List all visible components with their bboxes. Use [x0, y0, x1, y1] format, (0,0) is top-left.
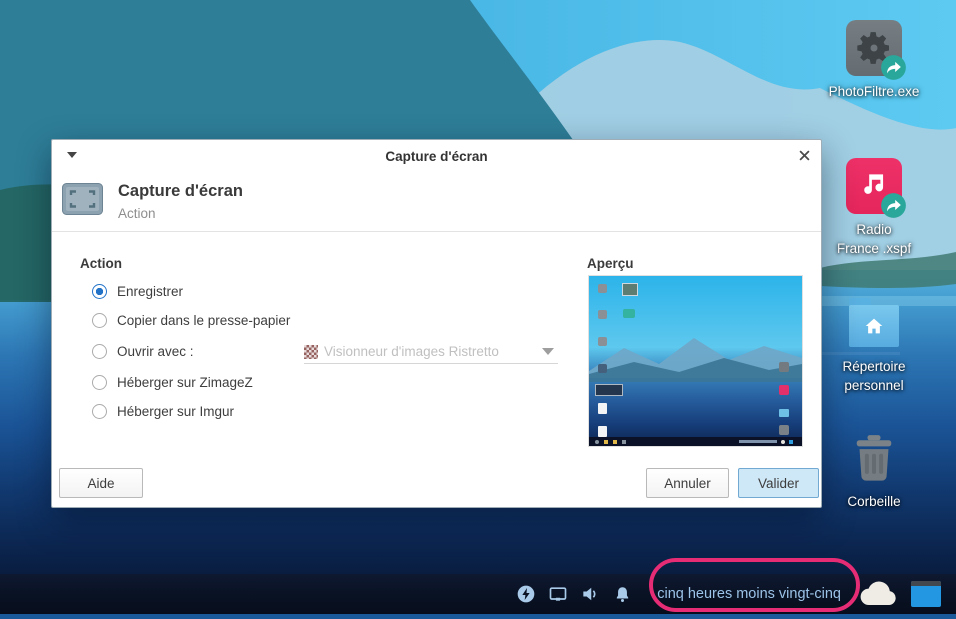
radio-enregistrer[interactable]: Enregistrer: [92, 281, 183, 301]
validate-button[interactable]: Valider: [738, 468, 819, 498]
trash-icon: [846, 430, 902, 486]
bell-icon: [613, 585, 632, 604]
taskbar: cinq heures moins vingt-cinq: [0, 574, 956, 614]
radio-button-selected-icon: [92, 284, 107, 299]
mini-icon: [598, 310, 607, 319]
radio-button-icon: [92, 375, 107, 390]
screenshot-frame-icon: [62, 183, 103, 220]
preview-thumbnail: [589, 276, 802, 446]
mini-icon: [595, 384, 623, 396]
display-icon: [548, 584, 568, 604]
desktop-icon-home[interactable]: Répertoire personnel: [816, 295, 932, 395]
weather-button[interactable]: [859, 583, 899, 605]
radio-heberger-zimagez[interactable]: Héberger sur ZimageZ: [92, 372, 253, 392]
notifications-button[interactable]: [611, 583, 633, 605]
gear-icon: [846, 20, 902, 76]
desktop-icon-radio-france[interactable]: Radio France .xspf: [836, 158, 912, 258]
fuzzy-clock[interactable]: cinq heures moins vingt-cinq: [657, 586, 841, 602]
desktop-icon-label: Radio France .xspf: [836, 220, 912, 258]
radio-label: Héberger sur ZimageZ: [117, 375, 253, 390]
desktop-icon-label: PhotoFiltre.exe: [816, 82, 932, 101]
cancel-button[interactable]: Annuler: [646, 468, 729, 498]
dialog-header-title: Capture d'écran: [118, 182, 243, 201]
radio-button-icon: [92, 313, 107, 328]
radio-label: Héberger sur Imgur: [117, 404, 234, 419]
help-button[interactable]: Aide: [59, 468, 143, 498]
ristretto-app-icon: [304, 345, 318, 359]
header-separator: [52, 231, 821, 232]
dropdown-value: Visionneur d'images Ristretto: [324, 344, 536, 359]
radio-ouvrir-avec[interactable]: Ouvrir avec :: [92, 341, 194, 361]
cloud-weather-icon: [859, 581, 899, 608]
display-settings-button[interactable]: [547, 583, 569, 605]
volume-button[interactable]: [579, 583, 601, 605]
mini-taskbar: [589, 437, 802, 446]
power-manager-button[interactable]: [515, 583, 537, 605]
mini-icon: [598, 426, 607, 437]
mini-icon: [598, 284, 607, 293]
mini-icon: [598, 337, 607, 346]
action-section-label: Action: [80, 256, 122, 271]
radio-heberger-imgur[interactable]: Héberger sur Imgur: [92, 401, 234, 421]
dialog-titlebar: Capture d'écran: [52, 140, 821, 170]
shortcut-arrow-icon: [880, 192, 907, 219]
screenshot-dialog: Capture d'écran Capture d'écran Action A…: [51, 139, 822, 508]
mini-icon: [779, 362, 789, 372]
preview-wallpaper: [589, 276, 802, 446]
volume-icon: [580, 584, 600, 604]
dialog-header-subtitle: Action: [118, 206, 156, 221]
mini-icon: [779, 409, 789, 417]
mini-icon: [779, 425, 789, 435]
desktop-icon-photofiltre[interactable]: PhotoFiltre.exe: [816, 20, 932, 101]
dialog-title: Capture d'écran: [52, 140, 821, 170]
radio-label: Ouvrir avec :: [117, 344, 194, 359]
music-note-icon: [846, 158, 902, 214]
radio-button-icon: [92, 404, 107, 419]
shortcut-arrow-icon: [880, 54, 907, 81]
radio-label: Enregistrer: [117, 284, 183, 299]
radio-label: Copier dans le presse-papier: [117, 313, 290, 328]
desktop-icon-label: Corbeille: [816, 492, 932, 511]
mini-icon: [598, 364, 607, 373]
home-folder-icon: [846, 295, 902, 351]
open-with-dropdown[interactable]: Visionneur d'images Ristretto: [304, 340, 558, 364]
mini-icon: [598, 403, 607, 414]
mini-icon: [623, 309, 635, 318]
desktop-icon-label: Répertoire personnel: [816, 357, 932, 395]
power-circle-icon: [516, 584, 536, 604]
preview-section-label: Aperçu: [587, 256, 634, 271]
mini-icon: [622, 283, 638, 296]
radio-copier-presse-papier[interactable]: Copier dans le presse-papier: [92, 310, 290, 330]
radio-button-icon: [92, 344, 107, 359]
close-button[interactable]: [794, 145, 814, 165]
close-icon: [799, 150, 810, 161]
workspace-pager-icon[interactable]: [911, 581, 941, 607]
mini-icon: [779, 385, 789, 395]
chevron-down-icon: [542, 348, 554, 355]
desktop-icon-trash[interactable]: Corbeille: [816, 430, 932, 511]
